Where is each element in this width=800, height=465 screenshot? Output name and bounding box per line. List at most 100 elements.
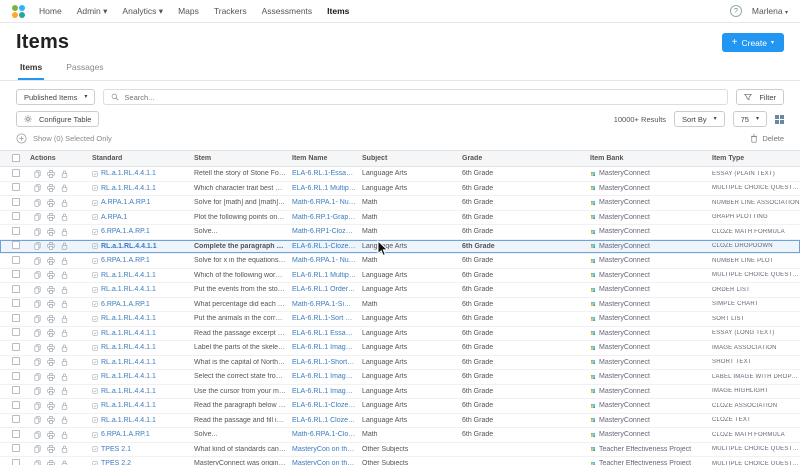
lock-icon[interactable] — [61, 460, 68, 465]
table-row[interactable]: TPES 2.1What kind of standards can I use… — [0, 443, 800, 458]
table-row[interactable]: RL.a.1.RL.4.4.1.1Use the cursor from you… — [0, 385, 800, 400]
table-row[interactable]: A.RPA.1.A.RP.1Solve for [math] and [math… — [0, 196, 800, 211]
lock-icon[interactable] — [61, 344, 68, 352]
lock-icon[interactable] — [61, 199, 68, 207]
table-row[interactable]: 6.RPA.1.A.RP.1Solve...Math-6.RP1-Cloze M… — [0, 225, 800, 240]
published-filter-select[interactable]: Published Items ▾ — [16, 89, 95, 105]
table-row[interactable]: RL.a.1.RL.4.4.1.1Complete the paragraph … — [0, 240, 800, 255]
row-checkbox[interactable] — [12, 169, 20, 177]
lock-icon[interactable] — [61, 445, 68, 453]
duplicate-icon[interactable] — [34, 170, 41, 178]
duplicate-icon[interactable] — [34, 228, 41, 236]
table-row[interactable]: A.RPA.1Plot the following points on the … — [0, 211, 800, 226]
item-name-link[interactable]: Math-6.RPA.1- Number Line... — [286, 257, 356, 264]
standard-link[interactable]: 6.RPA.1.A.RP.1 — [101, 431, 150, 438]
item-name-link[interactable]: MasteryCon on the Move #1... — [286, 446, 356, 453]
duplicate-icon[interactable] — [34, 387, 41, 395]
delete-button[interactable]: Delete — [750, 134, 784, 143]
duplicate-icon[interactable] — [34, 329, 41, 337]
print-icon[interactable] — [47, 257, 55, 265]
standard-link[interactable]: 6.RPA.1.A.RP.1 — [101, 257, 150, 264]
item-name-link[interactable]: ELA-6.RL.1 Essay Long Text... — [286, 330, 356, 337]
tab-passages[interactable]: Passages — [64, 57, 105, 80]
filter-button[interactable]: Filter — [736, 89, 784, 105]
print-icon[interactable] — [47, 460, 55, 465]
standard-link[interactable]: RL.a.1.RL.4.4.1.1 — [101, 315, 156, 322]
lock-icon[interactable] — [61, 271, 68, 279]
duplicate-icon[interactable] — [34, 416, 41, 424]
nav-item-home[interactable]: Home — [39, 6, 62, 16]
duplicate-icon[interactable] — [34, 257, 41, 265]
duplicate-icon[interactable] — [34, 242, 41, 250]
row-checkbox[interactable] — [12, 299, 20, 307]
nav-item-assessments[interactable]: Assessments — [262, 6, 313, 16]
standard-link[interactable]: A.RPA.1.A.RP.1 — [101, 199, 151, 206]
duplicate-icon[interactable] — [34, 402, 41, 410]
column-header-standard[interactable]: Standard — [86, 155, 188, 162]
item-name-link[interactable]: ELA-6.RL.1-Cloze Associatio... — [286, 402, 356, 409]
print-icon[interactable] — [47, 315, 55, 323]
duplicate-icon[interactable] — [34, 431, 41, 439]
print-icon[interactable] — [47, 300, 55, 308]
item-name-link[interactable]: Math-6.RPA.1-Simple Chart... — [286, 301, 356, 308]
column-header-grade[interactable]: Grade — [456, 155, 584, 162]
item-name-link[interactable]: ELA-6.RL.1 Multiple Choice... — [286, 272, 356, 279]
table-row[interactable]: TPES 2.2MasteryConnect was originally de… — [0, 457, 800, 465]
item-name-link[interactable]: ELA-6.RL.1 Image Highlight... — [286, 388, 356, 395]
table-row[interactable]: RL.a.1.RL.4.4.1.1Retell the story of Sto… — [0, 167, 800, 182]
duplicate-icon[interactable] — [34, 445, 41, 453]
standard-link[interactable]: TPES 2.2 — [101, 460, 131, 465]
table-row[interactable]: RL.a.1.RL.4.4.1.1Select the correct stat… — [0, 370, 800, 385]
table-row[interactable]: 6.RPA.1.A.RP.1What percentage did each s… — [0, 298, 800, 313]
print-icon[interactable] — [47, 271, 55, 279]
nav-item-items[interactable]: Items — [327, 6, 349, 16]
page-size-select[interactable]: 75 ▾ — [733, 111, 767, 127]
column-header-item-name[interactable]: Item Name — [286, 155, 356, 162]
lock-icon[interactable] — [61, 242, 68, 250]
lock-icon[interactable] — [61, 387, 68, 395]
row-checkbox[interactable] — [12, 270, 20, 278]
column-header-subject[interactable]: Subject — [356, 155, 456, 162]
standard-link[interactable]: RL.a.1.RL.4.4.1.1 — [101, 359, 156, 366]
item-name-link[interactable]: Math-6.RP.1-Graph Plotting... — [286, 214, 356, 221]
grid-view-toggle[interactable] — [775, 115, 784, 124]
standard-link[interactable]: RL.a.1.RL.4.4.1.1 — [101, 388, 156, 395]
row-checkbox[interactable] — [12, 328, 20, 336]
row-checkbox[interactable] — [12, 285, 20, 293]
table-row[interactable]: RL.a.1.RL.4.4.1.1Read the paragraph belo… — [0, 399, 800, 414]
item-name-link[interactable]: Math-6.RP1-Cloze Math For... — [286, 228, 356, 235]
duplicate-icon[interactable] — [34, 460, 41, 465]
print-icon[interactable] — [47, 358, 55, 366]
item-name-link[interactable]: ELA-6.RL.1-Cloze Dropdow... — [286, 243, 356, 250]
nav-item-admin[interactable]: Admin ▾ — [77, 6, 108, 17]
lock-icon[interactable] — [61, 373, 68, 381]
lock-icon[interactable] — [61, 358, 68, 366]
print-icon[interactable] — [47, 286, 55, 294]
tab-items[interactable]: Items — [18, 57, 44, 80]
standard-link[interactable]: A.RPA.1 — [101, 214, 127, 221]
lock-icon[interactable] — [61, 213, 68, 221]
row-checkbox[interactable] — [12, 357, 20, 365]
table-row[interactable]: 6.RPA.1.A.RP.1Solve...Math-6.RPA.1-Cloze… — [0, 428, 800, 443]
duplicate-icon[interactable] — [34, 184, 41, 192]
standard-link[interactable]: RL.a.1.RL.4.4.1.1 — [101, 286, 156, 293]
lock-icon[interactable] — [61, 300, 68, 308]
print-icon[interactable] — [47, 170, 55, 178]
duplicate-icon[interactable] — [34, 315, 41, 323]
duplicate-icon[interactable] — [34, 286, 41, 294]
standard-link[interactable]: RL.a.1.RL.4.4.1.1 — [101, 330, 156, 337]
print-icon[interactable] — [47, 184, 55, 192]
print-icon[interactable] — [47, 228, 55, 236]
duplicate-icon[interactable] — [34, 344, 41, 352]
print-icon[interactable] — [47, 344, 55, 352]
table-row[interactable]: RL.a.1.RL.4.4.1.1Read the passage excerp… — [0, 327, 800, 342]
item-name-link[interactable]: MasteryCon on the Move #2... — [286, 460, 356, 465]
item-name-link[interactable]: ELA-6.RL.1 Image Dropdow... — [286, 373, 356, 380]
lock-icon[interactable] — [61, 184, 68, 192]
row-checkbox[interactable] — [12, 212, 20, 220]
duplicate-icon[interactable] — [34, 271, 41, 279]
row-checkbox[interactable] — [12, 430, 20, 438]
column-header-actions[interactable]: Actions — [24, 155, 86, 162]
table-row[interactable]: RL.a.1.RL.4.4.1.1Read the passage and fi… — [0, 414, 800, 429]
standard-link[interactable]: RL.a.1.RL.4.4.1.1 — [101, 243, 157, 250]
